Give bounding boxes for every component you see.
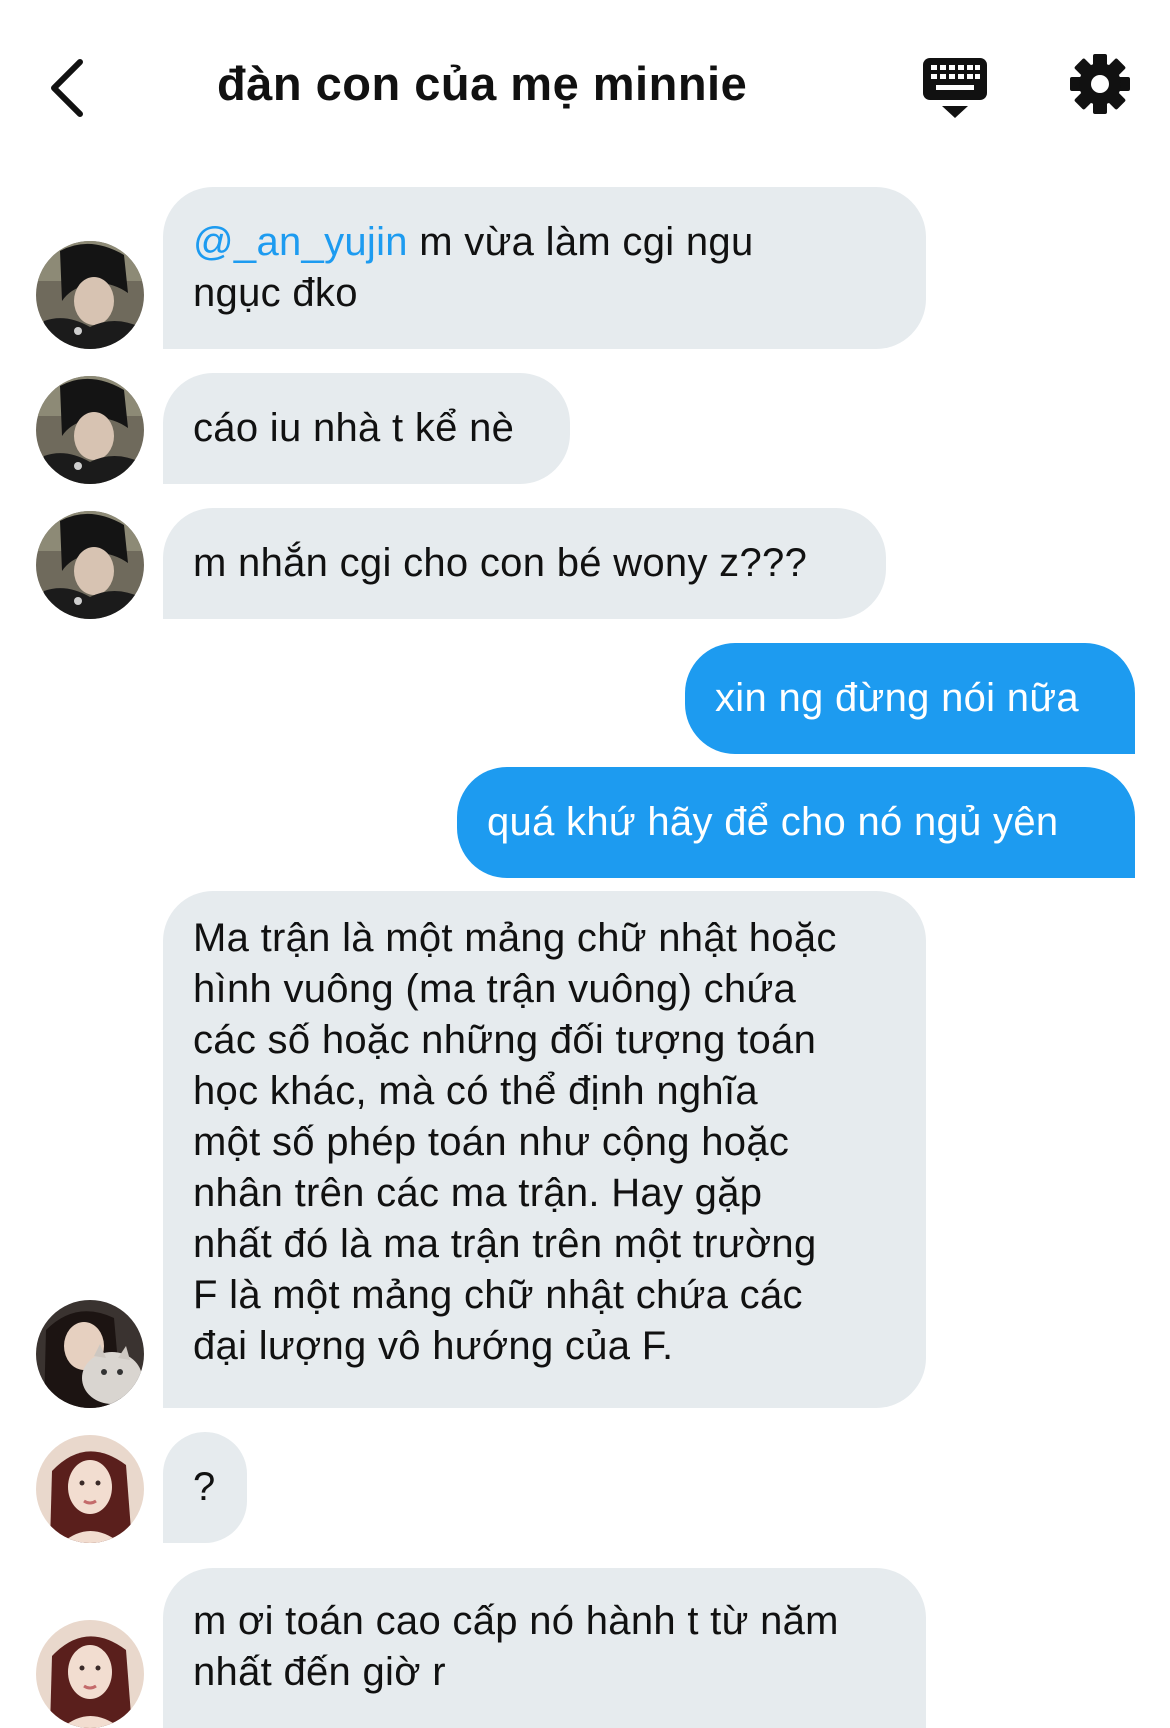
avatar[interactable] [36,241,144,349]
message-bubble[interactable]: @_an_yujin m vừa làm cgi ngu ngục đko [163,187,926,349]
message-bubble[interactable]: m ơi toán cao cấp nó hành t từ năm nhất … [163,1568,926,1728]
message-text: quá khứ hãy để cho nó ngủ yên [487,800,1059,844]
avatar[interactable] [36,1435,144,1543]
user-photo-icon [36,1620,144,1728]
user-photo-icon [36,241,144,349]
message-text: m nhắn cgi cho con bé wony z??? [193,541,808,585]
avatar[interactable] [36,511,144,619]
message-text: cáo iu nhà t kể nè [193,406,515,450]
keyboard-icon [923,58,987,118]
gear-icon [1070,54,1130,114]
user-photo-icon [36,1300,144,1408]
message-text: Ma trận là một mảng chữ nhật hoặc hình v… [193,916,837,1368]
avatar[interactable] [36,376,144,484]
user-photo-icon [36,511,144,619]
avatar[interactable] [36,1620,144,1728]
message-bubble[interactable]: Ma trận là một mảng chữ nhật hoặc hình v… [163,891,926,1408]
avatar[interactable] [36,1300,144,1408]
user-photo-icon [36,1435,144,1543]
settings-button[interactable] [1068,52,1132,116]
message-bubble[interactable]: m nhắn cgi cho con bé wony z??? [163,508,886,619]
message-bubble[interactable]: xin ng đừng nói nữa [685,643,1135,754]
back-button[interactable] [40,52,92,124]
message-bubble[interactable]: ? [163,1432,247,1543]
message-text: m ơi toán cao cấp nó hành t từ năm nhất … [193,1599,839,1694]
chevron-left-icon [51,59,83,117]
message-bubble[interactable]: cáo iu nhà t kể nè [163,373,570,484]
message-bubble[interactable]: quá khứ hãy để cho nó ngủ yên [457,767,1135,878]
keyboard-button[interactable] [922,56,988,120]
user-photo-icon [36,376,144,484]
mention-link[interactable]: @_an_yujin [193,220,408,264]
conversation-title[interactable]: đàn con của mẹ minnie [217,52,777,116]
chat-header: đàn con của mẹ minnie [0,0,1170,170]
message-text: xin ng đừng nói nữa [715,676,1079,720]
message-text: ? [193,1465,216,1509]
